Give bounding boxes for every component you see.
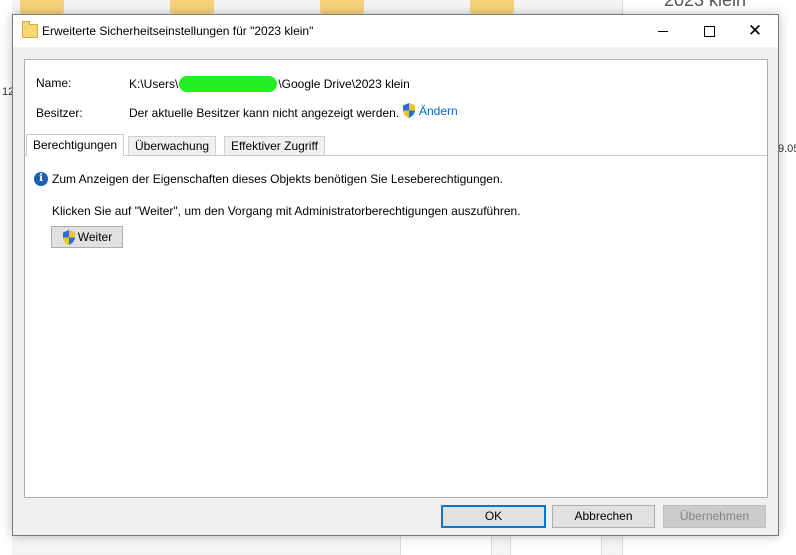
info-message: i Zum Anzeigen der Eigenschaften dieses … [34,172,503,186]
name-value: K:\Users\ \Google Drive\2023 klein [129,76,410,92]
close-button[interactable]: ✕ [732,15,778,47]
continue-button[interactable]: Weiter [51,226,123,248]
security-settings-dialog: Erweiterte Sicherheitseinstellungen für … [12,14,779,536]
info-text: Zum Anzeigen der Eigenschaften dieses Ob… [52,172,503,186]
content-panel: Name: K:\Users\ \Google Drive\2023 klein … [24,59,768,498]
uac-shield-icon [403,103,415,118]
close-icon: ✕ [747,20,763,41]
name-label: Name: [36,76,72,90]
owner-label: Besitzer: [36,106,83,120]
background-folder-icon [320,0,364,14]
background-folder-icon [470,0,514,14]
minimize-icon [658,30,668,32]
tab-permissions[interactable]: Berechtigungen [26,134,125,156]
folder-icon [22,21,38,38]
background-top-strip [12,0,622,14]
tab-effective-access[interactable]: Effektiver Zugriff [224,136,325,155]
background-card [400,535,492,555]
maximize-button[interactable] [686,15,732,47]
continue-button-label: Weiter [77,230,113,244]
minimize-button[interactable] [640,15,686,47]
background-pane-title: 2023 klein [664,0,747,10]
maximize-icon [703,25,715,37]
change-owner-label: Ändern [419,103,458,118]
background-card [510,535,602,555]
owner-value: Der aktuelle Besitzer kann nicht angezei… [129,106,400,120]
background-folder-icon [170,0,214,14]
change-owner-link[interactable]: Ändern [402,103,458,118]
title-bar[interactable]: Erweiterte Sicherheitseinstellungen für … [13,15,778,47]
uac-shield-icon [62,229,75,245]
admin-instruction: Klicken Sie auf "Weiter", um den Vorgang… [52,204,521,218]
info-icon: i [34,172,48,186]
tab-strip: Berechtigungen Überwachung Effektiver Zu… [25,134,767,156]
redaction-mark [179,76,278,92]
cancel-button[interactable]: Abbrechen [552,505,655,528]
name-path-suffix: \Google Drive\2023 klein [278,77,410,91]
background-pane-number: 9.05 [778,143,796,155]
apply-button[interactable]: Übernehmen [663,505,766,528]
window-title: Erweiterte Sicherheitseinstellungen für … [42,24,314,38]
background-folder-icon [20,0,64,14]
ok-button[interactable]: OK [441,505,546,528]
name-path-prefix: K:\Users\ [129,77,179,91]
tab-auditing[interactable]: Überwachung [128,136,217,155]
